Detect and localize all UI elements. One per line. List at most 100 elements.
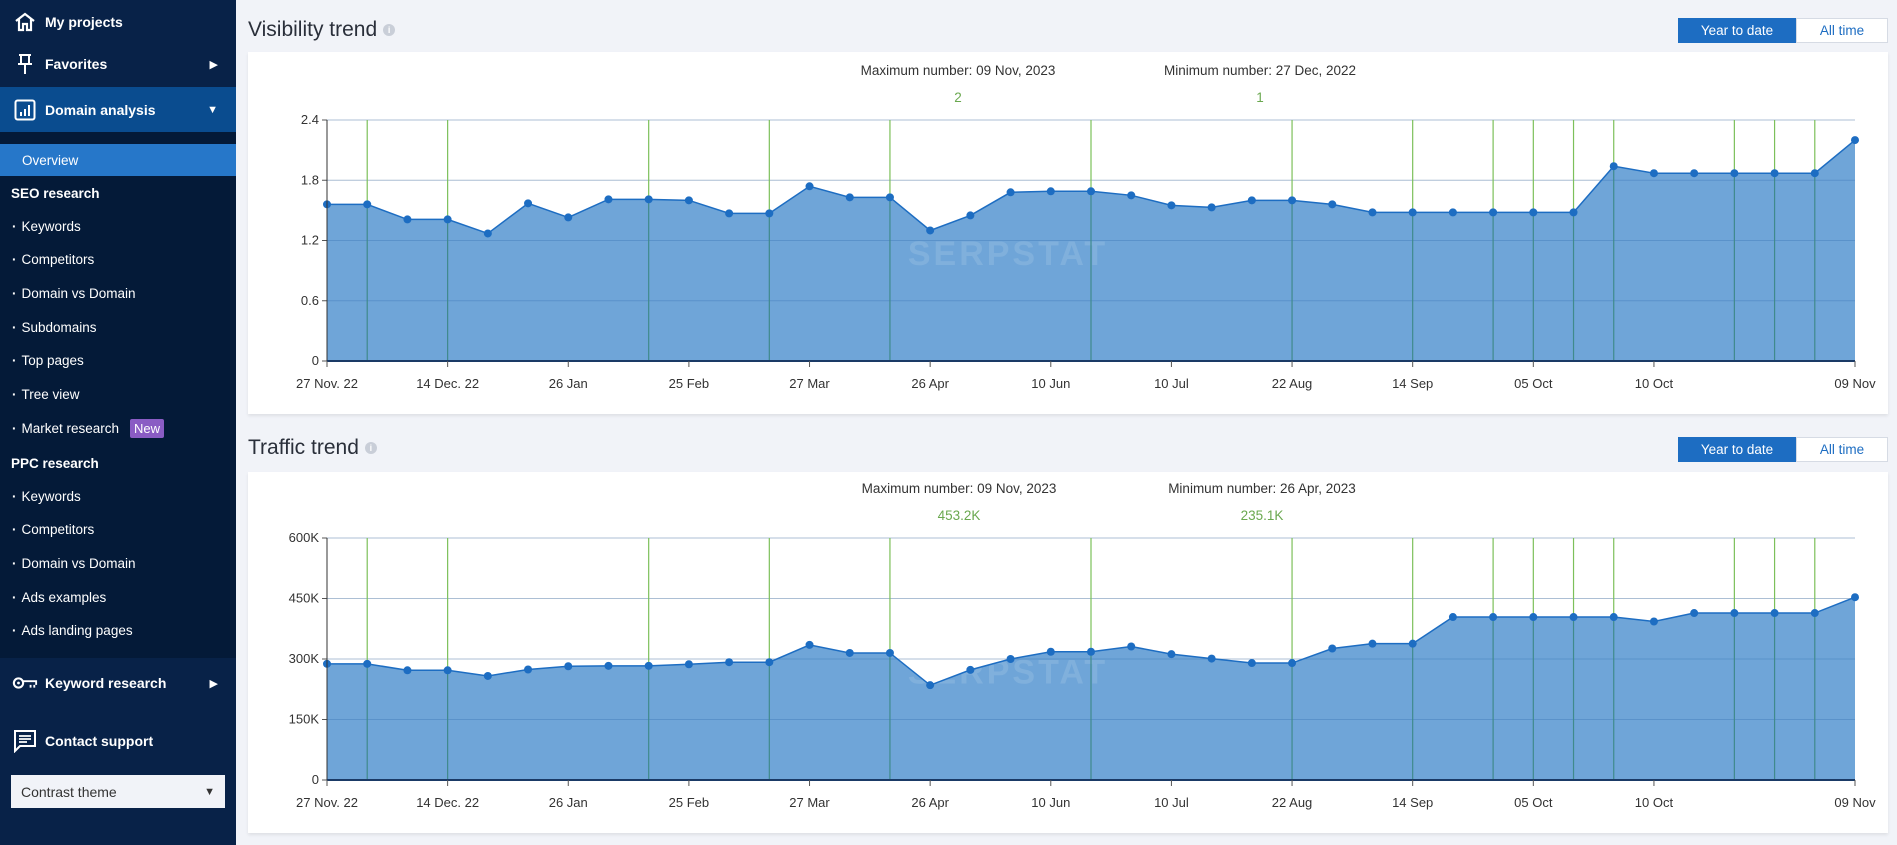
visibility-data-point	[1569, 208, 1578, 217]
visibility-data-point	[1046, 187, 1055, 196]
nav-keyword-research[interactable]: Keyword research ▶	[0, 661, 236, 705]
bullet-icon: ·	[12, 252, 17, 268]
sidebar-item-seo-subdomains[interactable]: · Subdomains	[0, 313, 236, 341]
chat-icon	[12, 729, 38, 753]
sidebar-item-seo-tree-view[interactable]: · Tree view	[0, 381, 236, 409]
sidebar-item-label: Competitors	[21, 252, 95, 268]
nav-domain-analysis[interactable]: Domain analysis ▼	[0, 87, 236, 132]
traffic-year-to-date-button[interactable]: Year to date	[1678, 437, 1796, 462]
traffic-all-time-button[interactable]: All time	[1796, 437, 1888, 462]
visibility-xtick-label: 26 Jan	[549, 376, 588, 391]
traffic-xtick-label: 26 Apr	[911, 795, 949, 810]
traffic-data-point	[1810, 609, 1819, 618]
sidebar-item-ppc-keywords[interactable]: · Keywords	[0, 482, 236, 510]
traffic-data-point	[1127, 642, 1136, 651]
visibility-data-point	[1328, 200, 1337, 209]
traffic-data-point	[1690, 609, 1699, 618]
traffic-ytick-label: 150K	[289, 712, 320, 727]
traffic-data-point	[1328, 644, 1337, 653]
nav-my-projects[interactable]: My projects	[0, 0, 236, 44]
traffic-data-point	[1529, 613, 1538, 622]
traffic-ytick-label: 300K	[289, 651, 320, 666]
visibility-data-point	[1247, 196, 1256, 205]
sidebar-item-ppc-competitors[interactable]: · Competitors	[0, 516, 236, 544]
visibility-data-point	[1690, 169, 1699, 178]
theme-select-value: Contrast theme	[21, 783, 117, 800]
sidebar-item-overview[interactable]: Overview	[0, 144, 236, 176]
nav-favorites[interactable]: Favorites ▶	[0, 42, 236, 86]
visibility-xtick-label: 14 Sep	[1392, 376, 1433, 391]
traffic-xtick-label: 14 Sep	[1392, 795, 1433, 810]
visibility-ytick-label: 1.8	[301, 172, 319, 187]
visibility-xtick-label: 10 Oct	[1635, 376, 1674, 391]
sidebar-item-ppc-ads-landing-pages[interactable]: · Ads landing pages	[0, 617, 236, 645]
visibility-data-point	[644, 195, 653, 204]
sidebar-item-ppc-ads-examples[interactable]: · Ads examples	[0, 583, 236, 611]
visibility-data-point	[483, 229, 492, 238]
traffic-data-point	[483, 671, 492, 680]
visibility-data-point	[1770, 169, 1779, 178]
traffic-data-point	[805, 640, 814, 649]
sidebar-item-label: Ads landing pages	[21, 623, 133, 639]
bullet-icon: ·	[12, 488, 17, 504]
chevron-right-icon: ▶	[209, 677, 218, 690]
visibility-data-point	[604, 195, 613, 204]
bullet-icon: ·	[12, 285, 17, 301]
traffic-xtick-label: 09 Nov	[1834, 795, 1876, 810]
info-icon[interactable]: i	[364, 442, 377, 454]
visibility-data-point	[1087, 187, 1095, 196]
visibility-data-point	[443, 215, 452, 224]
visibility-xtick-label: 09 Nov	[1834, 376, 1876, 391]
traffic-xtick-label: 10 Oct	[1635, 795, 1674, 810]
bullet-icon: ·	[12, 555, 17, 571]
visibility-data-point	[1167, 201, 1176, 210]
key-icon	[12, 675, 38, 691]
chevron-right-icon: ▶	[209, 58, 218, 71]
sidebar-item-seo-competitors[interactable]: · Competitors	[0, 246, 236, 274]
visibility-data-point	[564, 213, 573, 222]
nav-favorites-label: Favorites	[45, 56, 108, 72]
sidebar-item-ppc-domain-vs-domain[interactable]: · Domain vs Domain	[0, 549, 236, 577]
traffic-data-point	[684, 660, 693, 669]
theme-select[interactable]: Contrast theme ▼	[11, 775, 225, 808]
traffic-data-point	[765, 658, 774, 667]
traffic-xtick-label: 10 Jun	[1031, 795, 1070, 810]
traffic-data-point	[443, 666, 452, 675]
visibility-xtick-label: 25 Feb	[669, 376, 709, 391]
traffic-xtick-label: 14 Dec. 22	[416, 795, 479, 810]
traffic-data-point	[1006, 655, 1015, 663]
sidebar-item-seo-keywords[interactable]: · Keywords	[0, 212, 236, 240]
visibility-data-point	[885, 193, 894, 202]
visibility-xtick-label: 27 Mar	[789, 376, 830, 391]
info-icon[interactable]: i	[383, 24, 396, 36]
traffic-data-point	[604, 661, 613, 670]
nav-contact-support-label: Contact support	[45, 733, 154, 749]
bullet-icon: ·	[12, 319, 17, 335]
traffic-data-point	[524, 665, 533, 674]
sidebar-item-seo-market-research[interactable]: · Market research New	[0, 414, 236, 442]
traffic-data-point	[1649, 617, 1658, 626]
visibility-card: Maximum number: 09 Nov, 2023 2 Minimum n…	[248, 52, 1888, 414]
visibility-data-point	[1609, 162, 1618, 171]
visibility-xtick-label: 10 Jun	[1031, 376, 1070, 391]
visibility-data-point	[1006, 188, 1015, 197]
traffic-xtick-label: 26 Jan	[549, 795, 588, 810]
traffic-data-point	[1368, 639, 1377, 648]
visibility-data-point	[1730, 169, 1739, 178]
traffic-data-point	[966, 665, 975, 674]
sidebar-item-seo-domain-vs-domain[interactable]: · Domain vs Domain	[0, 279, 236, 307]
traffic-card: Maximum number: 09 Nov, 2023 453.2K Mini…	[248, 472, 1888, 833]
nav-contact-support[interactable]: Contact support	[0, 719, 236, 763]
new-badge: New	[130, 418, 165, 438]
traffic-data-point	[1288, 659, 1297, 668]
traffic-data-point	[1730, 609, 1739, 618]
visibility-data-point	[403, 215, 412, 224]
traffic-xtick-label: 27 Nov. 22	[296, 795, 358, 810]
visibility-all-time-button[interactable]: All time	[1796, 18, 1888, 43]
visibility-data-point	[1368, 208, 1377, 217]
traffic-chart: 0150K300K450K600KSERPSTAT27 Nov. 22 14 De…	[289, 530, 1876, 810]
sidebar-item-label: Market research	[21, 420, 120, 436]
sidebar-item-seo-top-pages[interactable]: · Top pages	[0, 347, 236, 375]
visibility-period-toggle: Year to date All time	[1678, 18, 1888, 43]
visibility-year-to-date-button[interactable]: Year to date	[1678, 18, 1796, 43]
